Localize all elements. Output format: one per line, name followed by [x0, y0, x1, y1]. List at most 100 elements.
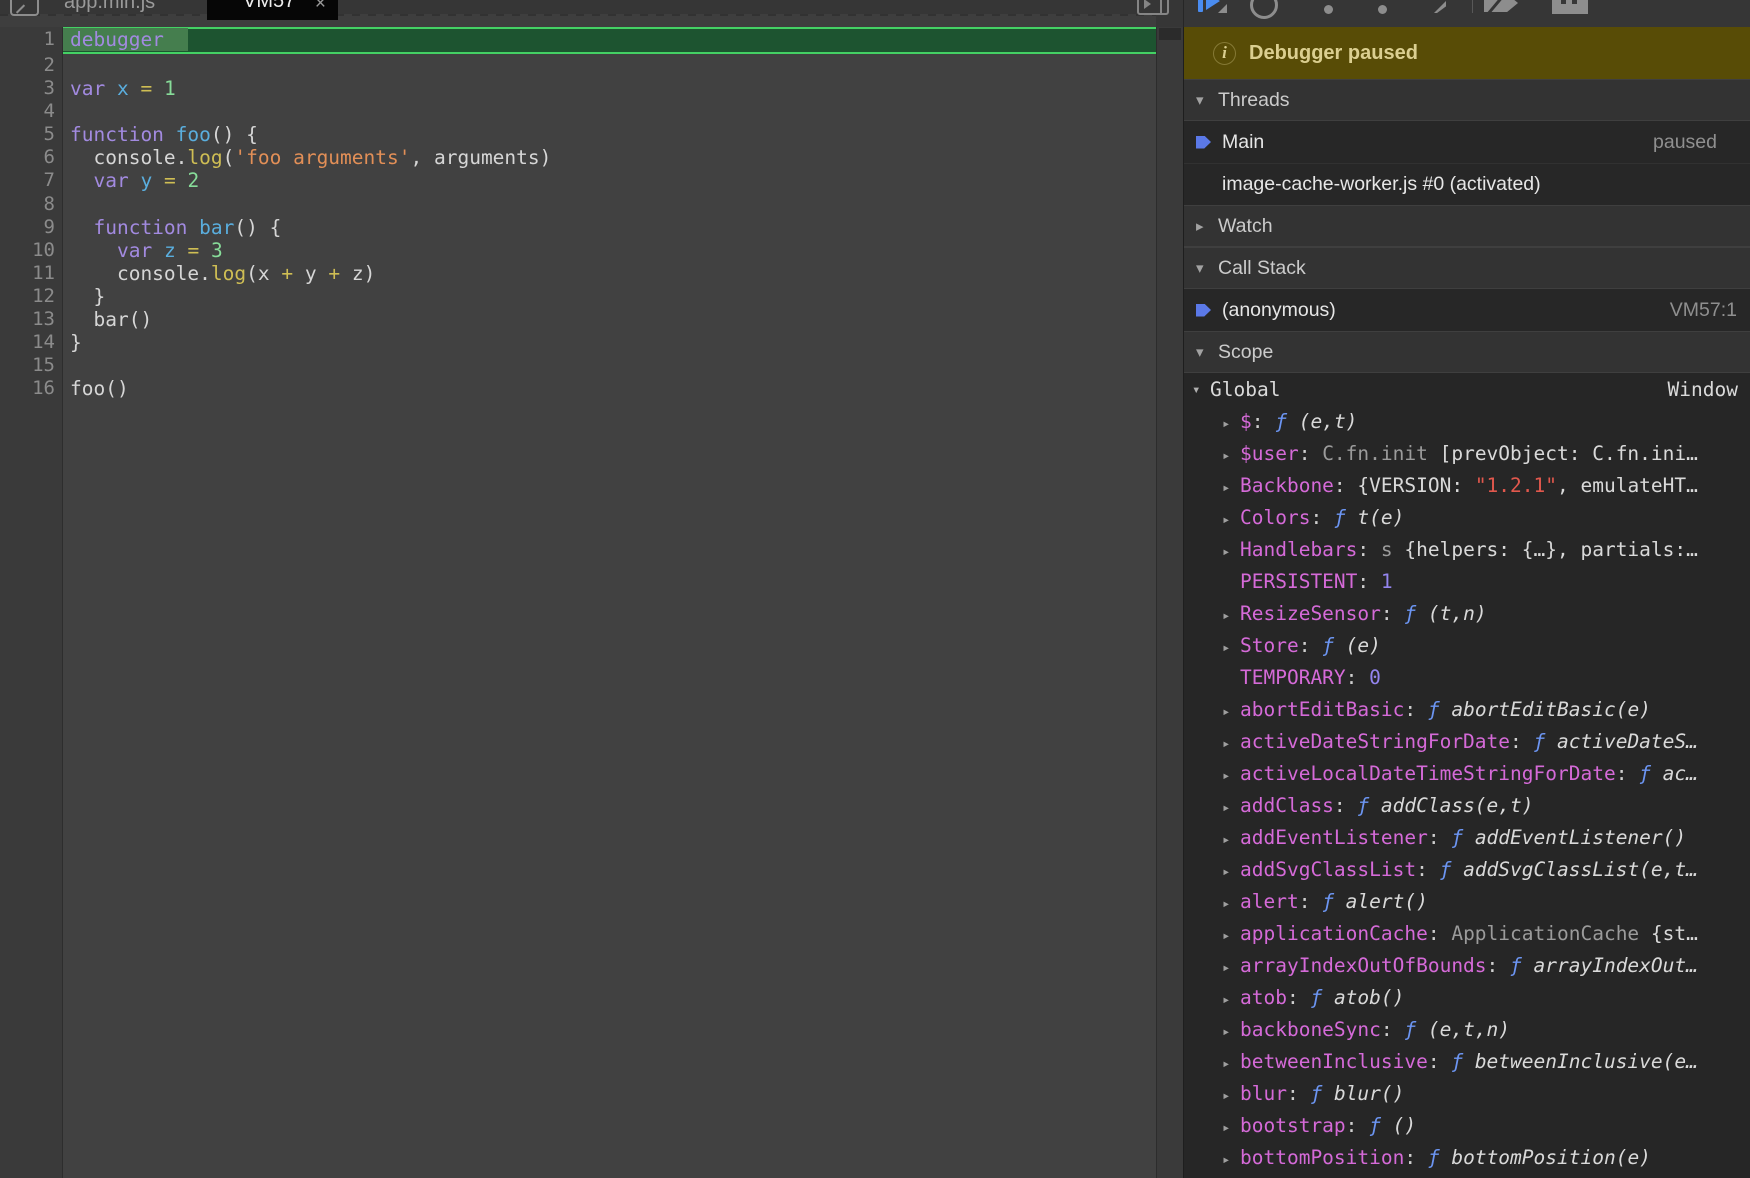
line-number[interactable]: 14 — [0, 331, 63, 354]
code-line[interactable]: 7 var y = 2 — [0, 169, 1156, 192]
chevron-right-icon[interactable]: ▸ — [1222, 888, 1240, 918]
scope-entry[interactable]: ▸alert: ƒ alert() — [1184, 886, 1750, 918]
code-line[interactable]: 16foo() — [0, 377, 1156, 400]
code-line[interactable]: 12 } — [0, 285, 1156, 308]
section-threads[interactable]: ▾ Threads — [1184, 79, 1750, 121]
code-line[interactable]: 9 function bar() { — [0, 216, 1156, 239]
chevron-right-icon[interactable]: ▸ — [1222, 1080, 1240, 1110]
chevron-right-icon[interactable]: ▸ — [1222, 1144, 1240, 1174]
code-line[interactable]: 4 — [0, 100, 1156, 123]
code-text[interactable]: console.log('foo arguments', arguments) — [63, 146, 551, 169]
scope-entry[interactable]: ▸Colors: ƒ t(e) — [1184, 502, 1750, 534]
scope-entry[interactable]: ▸betweenInclusive: ƒ betweenInclusive(e… — [1184, 1046, 1750, 1078]
line-number[interactable]: 10 — [0, 239, 63, 262]
code-line[interactable]: 15 — [0, 354, 1156, 377]
code-text[interactable]: var y = 2 — [63, 169, 199, 192]
chevron-right-icon[interactable]: ▸ — [1222, 408, 1240, 438]
code-line[interactable]: 3var x = 1 — [0, 77, 1156, 100]
chevron-right-icon[interactable]: ▸ — [1222, 792, 1240, 822]
chevron-right-icon[interactable]: ▸ — [1222, 600, 1240, 630]
line-number[interactable]: 6 — [0, 146, 63, 169]
line-number[interactable]: 2 — [0, 54, 63, 77]
line-number[interactable]: 1 — [0, 27, 63, 54]
code-line[interactable]: 5function foo() { — [0, 123, 1156, 146]
line-number[interactable]: 15 — [0, 354, 63, 377]
step-into-icon[interactable] — [1324, 5, 1333, 14]
line-number[interactable]: 3 — [0, 77, 63, 100]
scope-entry[interactable]: ▸activeLocalDateTimeStringForDate: ƒ ac… — [1184, 758, 1750, 790]
code-text[interactable] — [63, 54, 70, 77]
chevron-right-icon[interactable]: ▸ — [1222, 440, 1240, 470]
chevron-right-icon[interactable]: ▸ — [1222, 856, 1240, 886]
scope-entry[interactable]: ▸activeDateStringForDate: ƒ activeDateS… — [1184, 726, 1750, 758]
chevron-right-icon[interactable]: ▸ — [1222, 504, 1240, 534]
line-number[interactable]: 16 — [0, 377, 63, 400]
code-line[interactable]: 11 console.log(x + y + z) — [0, 262, 1156, 285]
step-out-icon[interactable] — [1378, 5, 1387, 14]
chevron-right-icon[interactable]: ▸ — [1222, 1016, 1240, 1046]
code-editor[interactable]: 1debugger23var x = 145function foo() {6 … — [0, 27, 1156, 1178]
chevron-right-icon[interactable]: ▸ — [1222, 984, 1240, 1014]
scope-entry[interactable]: ▸backboneSync: ƒ (e,t,n) — [1184, 1014, 1750, 1046]
scrollbar-thumb[interactable] — [1159, 28, 1181, 40]
code-text[interactable]: console.log(x + y + z) — [63, 262, 375, 285]
code-line[interactable]: 6 console.log('foo arguments', arguments… — [0, 146, 1156, 169]
scope-entry[interactable]: ▸ResizeSensor: ƒ (t,n) — [1184, 598, 1750, 630]
code-text[interactable] — [63, 193, 70, 216]
code-text[interactable]: bar() — [63, 308, 152, 331]
chevron-right-icon[interactable]: ▸ — [1222, 632, 1240, 662]
scope-entry[interactable]: ▸bottomPosition: ƒ bottomPosition(e) — [1184, 1142, 1750, 1174]
chevron-right-icon[interactable]: ▸ — [1222, 1048, 1240, 1078]
scope-global-row[interactable]: ▾ Global Window — [1184, 373, 1750, 406]
chevron-right-icon[interactable]: ▸ — [1222, 1112, 1240, 1142]
line-number[interactable]: 12 — [0, 285, 63, 308]
code-line[interactable]: 8 — [0, 193, 1156, 216]
line-number[interactable]: 5 — [0, 123, 63, 146]
resume-icon[interactable] — [1198, 0, 1203, 12]
show-navigator-icon[interactable] — [10, 0, 39, 16]
scope-entry[interactable]: ▸Handlebars: s {helpers: {…}, partials:… — [1184, 534, 1750, 566]
chevron-right-icon[interactable]: ▸ — [1222, 824, 1240, 854]
code-text[interactable]: var x = 1 — [63, 77, 176, 100]
line-number[interactable]: 11 — [0, 262, 63, 285]
scope-entry[interactable]: ▸arrayIndexOutOfBounds: ƒ arrayIndexOut… — [1184, 950, 1750, 982]
line-number[interactable]: 7 — [0, 169, 63, 192]
open-file-icon[interactable] — [1137, 0, 1169, 15]
scope-entry[interactable]: ▸bootstrap: ƒ () — [1184, 1110, 1750, 1142]
close-icon[interactable]: × — [315, 0, 326, 15]
scope-entry[interactable]: ▸atob: ƒ atob() — [1184, 982, 1750, 1014]
code-text[interactable]: debugger — [63, 27, 188, 54]
scope-entry[interactable]: ▸Store: ƒ (e) — [1184, 630, 1750, 662]
step-icon[interactable] — [1434, 1, 1446, 13]
scope-entry[interactable]: ▸$user: C.fn.init [prevObject: C.fn.ini… — [1184, 438, 1750, 470]
call-stack-frame[interactable]: (anonymous) VM57:1 — [1184, 289, 1750, 331]
chevron-right-icon[interactable]: ▸ — [1222, 728, 1240, 758]
editor-scrollbar[interactable] — [1156, 27, 1183, 1178]
section-watch[interactable]: ▸ Watch — [1184, 205, 1750, 247]
code-text[interactable]: foo() — [63, 377, 129, 400]
scope-entry[interactable]: ▸abortEditBasic: ƒ abortEditBasic(e) — [1184, 694, 1750, 726]
line-number[interactable]: 4 — [0, 100, 63, 123]
chevron-right-icon[interactable]: ▸ — [1222, 472, 1240, 502]
chevron-right-icon[interactable]: ▸ — [1222, 536, 1240, 566]
code-text[interactable]: var z = 3 — [63, 239, 223, 262]
scope-entry[interactable]: ▸addEventListener: ƒ addEventListener() — [1184, 822, 1750, 854]
scope-entry[interactable]: ▸blur: ƒ blur() — [1184, 1078, 1750, 1110]
thread-row-main[interactable]: Main paused — [1184, 121, 1750, 163]
code-text[interactable]: } — [63, 285, 105, 308]
code-text[interactable] — [63, 100, 70, 123]
chevron-right-icon[interactable]: ▸ — [1222, 952, 1240, 982]
tab-vm57[interactable]: VM57 × — [207, 0, 338, 20]
code-text[interactable]: } — [63, 331, 82, 354]
code-text[interactable] — [63, 354, 70, 377]
code-line[interactable]: 14} — [0, 331, 1156, 354]
scope-entry[interactable]: ▸addSvgClassList: ƒ addSvgClassList(e,t… — [1184, 854, 1750, 886]
chevron-right-icon[interactable]: ▸ — [1222, 696, 1240, 726]
scope-entry[interactable]: ▸applicationCache: ApplicationCache {st… — [1184, 918, 1750, 950]
code-line[interactable]: 1debugger — [0, 27, 1156, 54]
step-over-icon[interactable] — [1250, 0, 1278, 19]
code-text[interactable]: function foo() { — [63, 123, 258, 146]
tab-app-min-js[interactable]: app.min.js — [64, 0, 155, 14]
code-line[interactable]: 13 bar() — [0, 308, 1156, 331]
section-scope[interactable]: ▾ Scope — [1184, 331, 1750, 373]
